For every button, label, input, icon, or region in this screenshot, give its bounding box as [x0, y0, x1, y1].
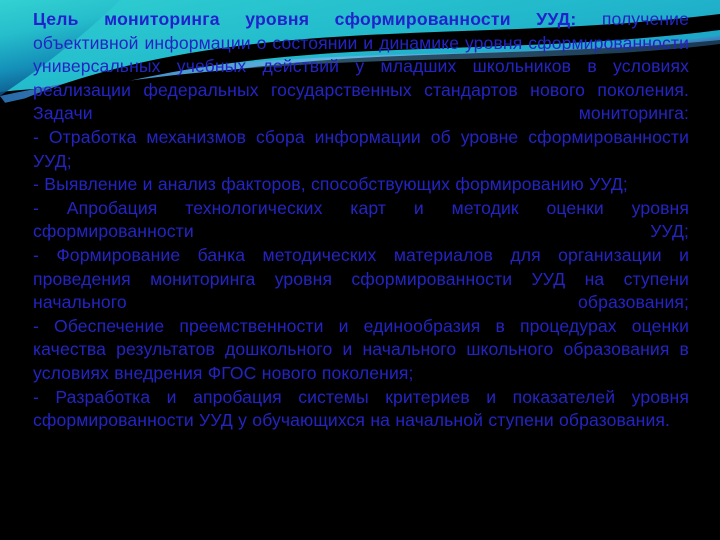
paragraph-2: - Отработка механизмов сбора информации …: [33, 126, 689, 171]
paragraph-1: Задачи мониторинга:: [33, 103, 689, 124]
paragraph-7: - Разработка и апробация системы критери…: [33, 386, 689, 431]
presentation-slide: Цель мониторинга уровня сформированности…: [0, 0, 720, 540]
paragraph-3: - Выявление и анализ факторов, способств…: [33, 174, 628, 195]
slide-body-text: Цель мониторинга уровня сформированности…: [33, 8, 689, 433]
paragraph-4: - Апробация технологических карт и метод…: [33, 197, 689, 242]
lead-in-text: Цель мониторинга уровня сформированности…: [33, 9, 577, 29]
paragraph-6: - Обеспечение преемственности и единообр…: [33, 315, 689, 383]
paragraph-5: - Формирование банка методических матери…: [33, 244, 689, 313]
paragraph-lead: Цель мониторинга уровня сформированности…: [33, 8, 689, 102]
